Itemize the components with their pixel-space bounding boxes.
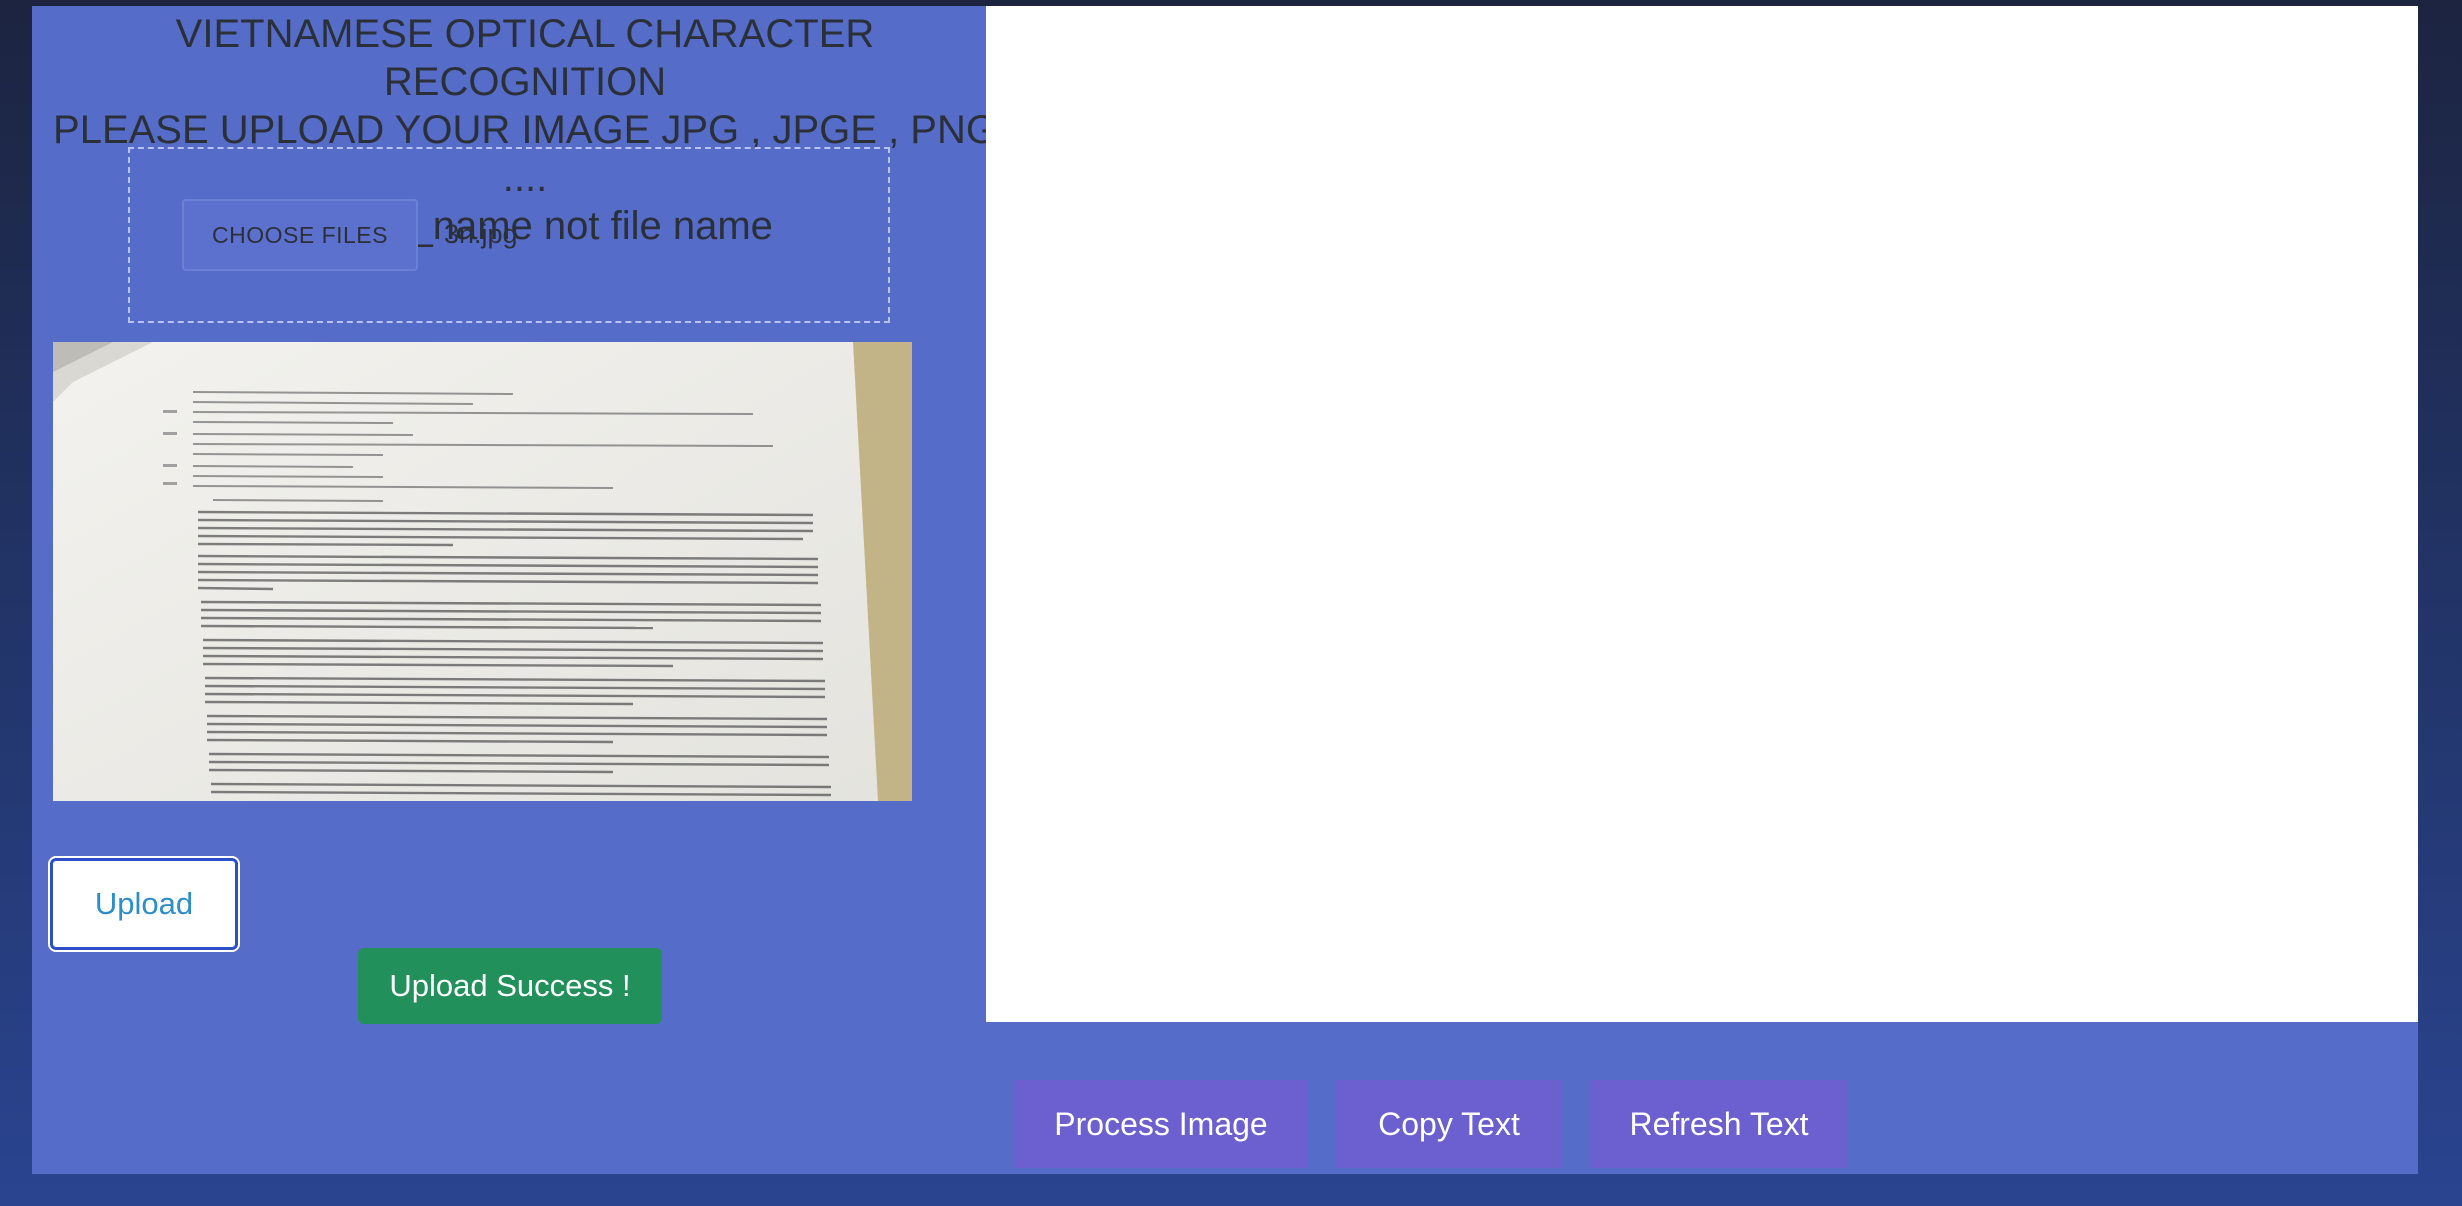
upload-success-badge: Upload Success ! (358, 948, 662, 1024)
selected-file-name: 3n.jpg (444, 219, 518, 249)
app-panel: VIETNAMESE OPTICAL CHARACTER RECOGNITION… (32, 6, 2418, 1174)
document-photo (53, 342, 912, 801)
ocr-output-textarea[interactable] (986, 6, 2418, 1022)
copy-text-button[interactable]: Copy Text (1336, 1080, 1562, 1168)
uploaded-image-preview (53, 342, 912, 801)
process-image-button[interactable]: Process Image (1014, 1080, 1308, 1168)
file-dropzone[interactable]: CHOOSE FILES 3n.jpg (128, 147, 890, 323)
title-line-1: VIETNAMESE OPTICAL CHARACTER RECOGNITION (175, 12, 875, 104)
choose-files-button[interactable]: CHOOSE FILES (182, 199, 418, 271)
upload-button[interactable]: Upload (50, 858, 238, 950)
refresh-text-button[interactable]: Refresh Text (1590, 1080, 1848, 1168)
